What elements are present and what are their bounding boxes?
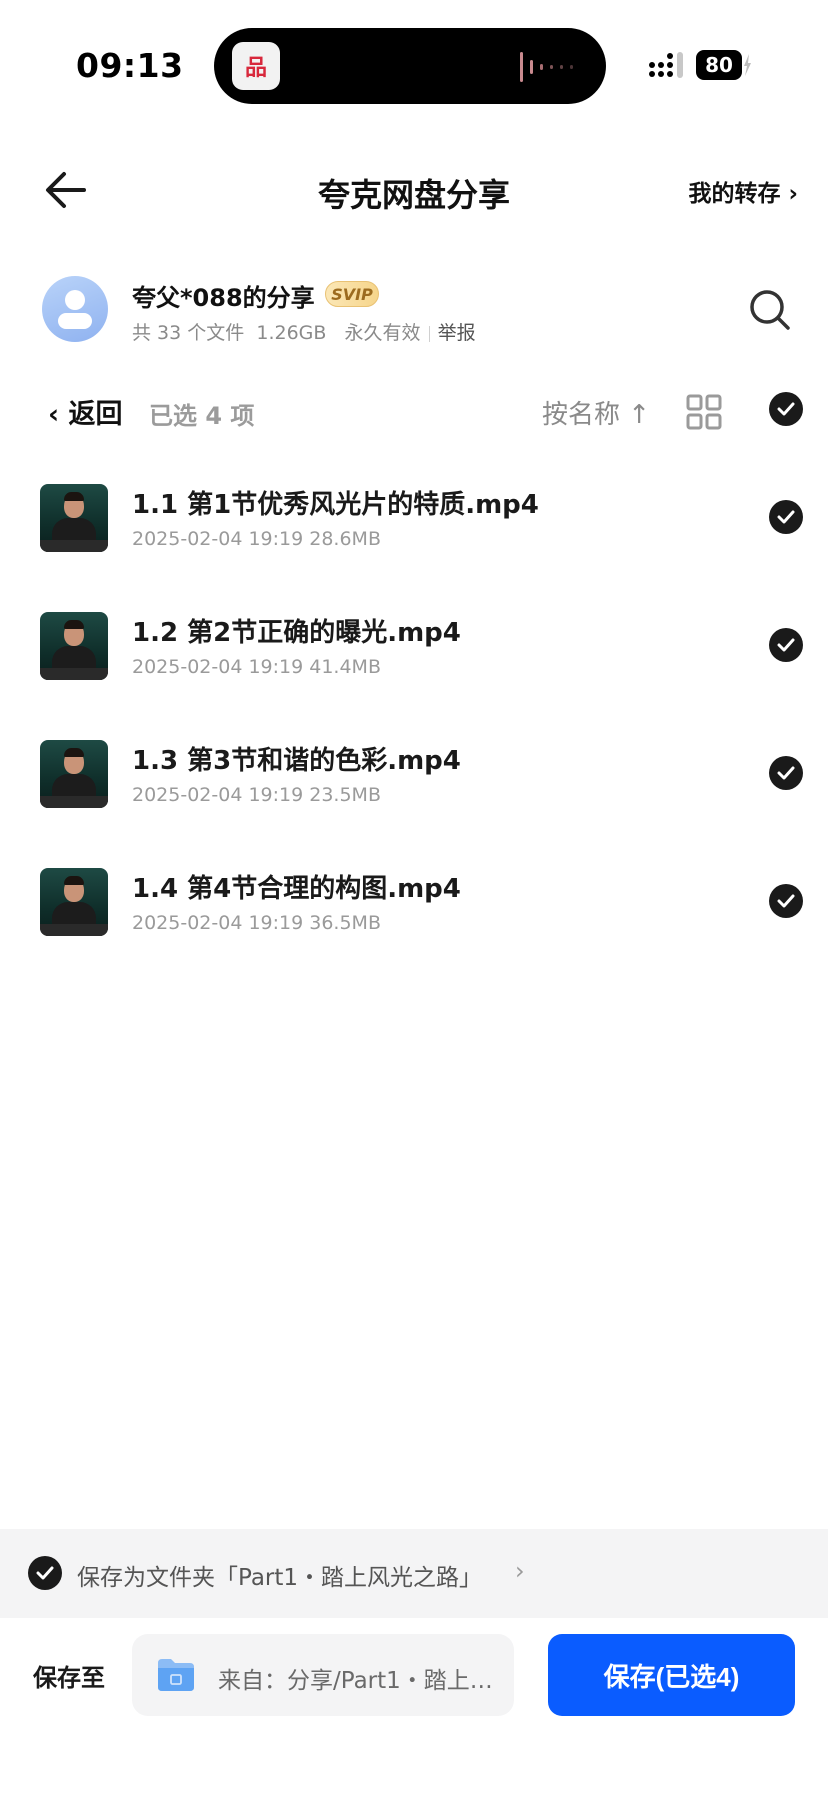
- destination-path: 来自：分享/Part1・踏上风光之路: [218, 1668, 500, 1694]
- video-thumbnail: [40, 612, 108, 680]
- selection-toolbar: ‹ 返回 已选 4 项 按名称 ↑: [0, 382, 828, 442]
- file-checkbox[interactable]: [769, 628, 803, 662]
- island-app-glyph: 品: [244, 56, 267, 81]
- sharer-info: 夸父*088的分享 SVIP 共 33 个文件 1.26GB 永久有效 举报: [0, 268, 828, 348]
- grid-view-icon[interactable]: [686, 394, 722, 430]
- folder-icon: [158, 1659, 194, 1691]
- file-meta: 2025-02-04 19:19 41.4MB: [132, 656, 381, 678]
- sharer-meta: 共 33 个文件 1.26GB 永久有效 举报: [132, 318, 476, 345]
- selected-count: 已选 4 项: [149, 402, 255, 430]
- file-row[interactable]: 1.2 第2节正确的曝光.mp4 2025-02-04 19:19 41.4MB: [0, 598, 828, 726]
- file-row[interactable]: 1.1 第1节优秀风光片的特质.mp4 2025-02-04 19:19 28.…: [0, 470, 828, 598]
- charging-bolt-icon: [744, 54, 751, 76]
- video-thumbnail: [40, 484, 108, 552]
- file-name: 1.3 第3节和谐的色彩.mp4: [132, 746, 461, 776]
- destination-picker[interactable]: 来自：分享/Part1・踏上风光之路: [132, 1634, 514, 1716]
- check-icon: [777, 894, 795, 908]
- save-as-folder-option[interactable]: 保存为文件夹「Part1・踏上风光之路」 ›: [0, 1529, 828, 1618]
- file-count: 共 33 个文件: [132, 322, 245, 344]
- file-name: 1.4 第4节合理的构图.mp4: [132, 874, 461, 904]
- validity: 永久有效: [344, 322, 421, 344]
- check-icon: [777, 510, 795, 524]
- check-icon: [777, 766, 795, 780]
- video-thumbnail: [40, 740, 108, 808]
- search-icon[interactable]: [748, 288, 792, 332]
- save-as-folder-label: 保存为文件夹「Part1・踏上风光之路」: [77, 1565, 483, 1591]
- file-meta: 2025-02-04 19:19 28.6MB: [132, 528, 381, 550]
- sharer-name: 夸父*088的分享: [132, 284, 315, 312]
- battery-level: 80: [696, 50, 742, 80]
- file-name: 1.1 第1节优秀风光片的特质.mp4: [132, 490, 539, 520]
- check-icon: [36, 1566, 54, 1580]
- file-checkbox[interactable]: [769, 884, 803, 918]
- file-meta: 2025-02-04 19:19 23.5MB: [132, 784, 381, 806]
- save-as-folder-checkbox[interactable]: [28, 1556, 62, 1590]
- sort-by-name-button[interactable]: 按名称 ↑: [542, 394, 650, 431]
- svip-badge: SVIP: [325, 281, 379, 307]
- signal-icon: [649, 52, 683, 78]
- status-time: 09:13: [76, 46, 184, 85]
- battery-icon: 80: [696, 50, 751, 80]
- waveform-icon: [520, 52, 573, 82]
- file-checkbox[interactable]: [769, 756, 803, 790]
- bottom-bar: 保存至 来自：分享/Part1・踏上风光之路 保存(已选4): [0, 1618, 828, 1730]
- my-transfer-link[interactable]: 我的转存 ›: [689, 174, 799, 208]
- file-meta: 2025-02-04 19:19 36.5MB: [132, 912, 381, 934]
- save-to-label: 保存至: [33, 1664, 105, 1692]
- file-row[interactable]: 1.3 第3节和谐的色彩.mp4 2025-02-04 19:19 23.5MB: [0, 726, 828, 854]
- chevron-right-icon[interactable]: ›: [515, 1557, 525, 1585]
- total-size: 1.26GB: [256, 322, 327, 344]
- file-list: 1.1 第1节优秀风光片的特质.mp4 2025-02-04 19:19 28.…: [0, 470, 828, 982]
- divider: [428, 325, 430, 342]
- return-button[interactable]: ‹ 返回: [48, 392, 123, 431]
- avatar: [42, 276, 108, 342]
- island-app-icon: 品: [232, 42, 280, 90]
- video-thumbnail: [40, 868, 108, 936]
- check-icon: [777, 402, 795, 416]
- file-name: 1.2 第2节正确的曝光.mp4: [132, 618, 461, 648]
- check-icon: [777, 638, 795, 652]
- file-checkbox[interactable]: [769, 500, 803, 534]
- dynamic-island[interactable]: 品: [214, 28, 606, 104]
- select-all-checkbox[interactable]: [769, 392, 803, 426]
- status-bar: 09:13 品 80: [0, 0, 828, 130]
- report-link[interactable]: 举报: [438, 322, 476, 344]
- file-row[interactable]: 1.4 第4节合理的构图.mp4 2025-02-04 19:19 36.5MB: [0, 854, 828, 982]
- save-button[interactable]: 保存(已选4): [548, 1634, 795, 1716]
- nav-header: 夸克网盘分享 我的转存 ›: [0, 140, 828, 240]
